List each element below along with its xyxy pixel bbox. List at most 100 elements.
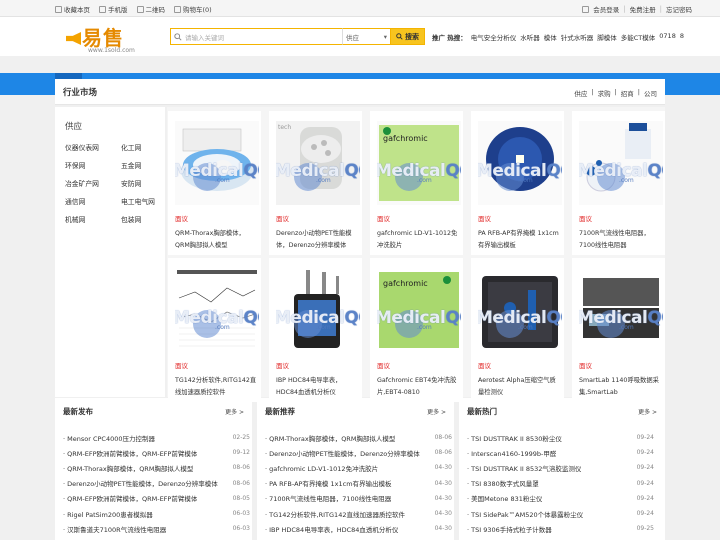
item-title[interactable]: · 7100R气流线性电阻器，7100线性电阻器	[265, 493, 391, 503]
hot-keyword[interactable]: 多能CT模体	[621, 32, 656, 42]
product-name[interactable]: 7100R气流线性电阻器，7100线性电阻器	[579, 228, 663, 253]
item-title[interactable]: · 汉斯鲁道夫7100R气流线性电阻器	[63, 524, 166, 534]
product-name[interactable]: PA RFB-AP有界掩模 1x1cm有界输出模板	[478, 228, 562, 253]
hot-keyword[interactable]: 针式水听器	[561, 32, 594, 42]
list-item[interactable]: · Rigel PatSim200患者模拟器 06-03	[63, 506, 250, 521]
cart-link[interactable]: 购物车(0)	[174, 4, 212, 14]
list-item[interactable]: · TSI SidePak™AM520个体暴露粉尘仪 09-24	[467, 506, 654, 521]
item-title[interactable]: · TG142分析软件,RITG142直线加速器质控软件	[265, 509, 405, 519]
product-image[interactable]: MedicalQC .com	[579, 121, 663, 205]
list-item[interactable]: · TG142分析软件,RITG142直线加速器质控软件 04-30	[265, 506, 452, 521]
product-card[interactable]: gafchromic MedicalQC .com 面议 gafchromic …	[370, 111, 463, 255]
item-title[interactable]: · Derenzo小动物PET性能模体，Derenzo分辨率模体	[265, 448, 420, 458]
product-name[interactable]: gafchromic LD-V1-1012免冲洗胶片	[377, 228, 461, 253]
product-image[interactable]: MedicalQC .com	[579, 268, 663, 352]
product-image[interactable]: MedicalQC .com	[276, 268, 360, 352]
market-link-purchase[interactable]: 求购	[598, 88, 611, 98]
market-link-supply[interactable]: 供应	[574, 88, 587, 98]
product-name[interactable]: Gafchromic EBT4免冲洗胶片,EBT4-0810	[377, 375, 461, 400]
product-card[interactable]: gafchromic MedicalQC .com 面议 Gafchromic …	[370, 258, 463, 402]
product-card[interactable]: MedicalQC .com 面议 Aerotest Alpha压缩空气质量检测…	[471, 258, 564, 402]
list-item[interactable]: · TSI DUSTTRAK II 8532气溶胶监测仪 09-24	[467, 460, 654, 475]
login-link[interactable]: 会员登录	[593, 4, 619, 14]
item-title[interactable]: · Rigel PatSim200患者模拟器	[63, 509, 153, 519]
category-link[interactable]: 冶金矿产网	[65, 178, 121, 188]
market-link-company[interactable]: 公司	[644, 88, 657, 98]
category-link[interactable]: 化工网	[121, 142, 171, 152]
list-item[interactable]: · Derenzo小动物PET性能模体，Derenzo分辨率模体 08-06	[265, 445, 452, 460]
product-card[interactable]: MedicalQC .com 面议 7100R气流线性电阻器，7100线性电阻器	[572, 111, 665, 255]
product-image[interactable]: tech MedicalQC .com	[276, 121, 360, 205]
market-link-investment[interactable]: 招商	[621, 88, 634, 98]
site-logo[interactable]: 易售 www.1sold.com	[66, 23, 136, 54]
item-title[interactable]: · 美国Metone 831粉尘仪	[467, 493, 542, 503]
product-card[interactable]: MedicalQC .com 面议 QRM-Thorax胸部模体，QRM胸部拟人…	[168, 111, 261, 255]
product-card[interactable]: MedicalQC .com 面议 TG142分析软件,RITG142直线加速器…	[168, 258, 261, 402]
hot-keyword[interactable]: 水听器	[520, 32, 540, 42]
list-item[interactable]: · QRM-EFP欧洲前臂模体，QRM-EFP前臂模体 09-12	[63, 445, 250, 460]
item-title[interactable]: · Interscan4160-1999b-甲醛	[467, 448, 556, 458]
product-image[interactable]: MedicalQC .com	[478, 268, 562, 352]
item-title[interactable]: · QRM-EFP欧洲前臂模体，QRM-EFP前臂模体	[63, 493, 197, 503]
product-card[interactable]: tech MedicalQC .com 面议 Derenzo小动物PET性能模体…	[269, 111, 362, 255]
mobile-link[interactable]: 手机版	[99, 4, 128, 14]
search-input[interactable]: 请输入关键词	[170, 28, 342, 45]
product-name[interactable]: SmartLab 1140呼吸数据采集,SmartLab	[579, 375, 663, 400]
category-link[interactable]: 电工电气网	[121, 196, 171, 206]
search-type-select[interactable]: 供应 ▾	[342, 28, 390, 45]
item-title[interactable]: · TSI DUSTTRAK II 8530粉尘仪	[467, 433, 562, 443]
list-item[interactable]: · TSI DUSTTRAK II 8530粉尘仪 09-24	[467, 430, 654, 445]
item-title[interactable]: · TSI 9306手持式粒子计数器	[467, 524, 552, 534]
category-link[interactable]: 五金网	[121, 160, 171, 170]
list-item[interactable]: · 7100R气流线性电阻器，7100线性电阻器 04-30	[265, 491, 452, 506]
hot-keyword[interactable]: 0718	[659, 32, 676, 42]
category-link[interactable]: 环保网	[65, 160, 121, 170]
product-card[interactable]: MedicalQC .com 面议 PA RFB-AP有界掩模 1x1cm有界输…	[471, 111, 564, 255]
more-link[interactable]: 更多 >	[225, 407, 244, 416]
list-item[interactable]: · TSI 9306手持式粒子计数器 09-25	[467, 521, 654, 536]
product-name[interactable]: Derenzo小动物PET性能模体，Derenzo分辨率模体	[276, 228, 360, 253]
list-item[interactable]: · Interscan4160-1999b-甲醛 09-24	[467, 445, 654, 460]
more-link[interactable]: 更多 >	[427, 407, 446, 416]
product-name[interactable]: QRM-Thorax胸部模体，QRM胸部拟人模型	[175, 228, 259, 253]
list-item[interactable]: · TSI 8380数字式风量罩 09-24	[467, 476, 654, 491]
hot-keyword[interactable]: 8	[680, 32, 684, 42]
category-link[interactable]: 仪器仪表网	[65, 142, 121, 152]
category-link[interactable]: 包装网	[121, 214, 171, 224]
product-image[interactable]: MedicalQC .com	[175, 121, 259, 205]
forgot-password-link[interactable]: 忘记密码	[666, 4, 692, 14]
list-item[interactable]: · PA RFB-AP有界掩模 1x1cm有界输出模板 04-30	[265, 476, 452, 491]
list-item[interactable]: · IBP HDC84电导率表，HDC84血透机分析仪 04-30	[265, 521, 452, 536]
list-item[interactable]: · QRM-EFP欧洲前臂模体，QRM-EFP前臂模体 08-05	[63, 491, 250, 506]
qrcode-link[interactable]: 二维码	[136, 4, 165, 14]
item-title[interactable]: · gafchromic LD-V1-1012免冲洗胶片	[265, 463, 378, 473]
category-link[interactable]: 安防网	[121, 178, 171, 188]
list-item[interactable]: · 汉斯鲁道夫7100R气流线性电阻器 06-03	[63, 521, 250, 536]
register-link[interactable]: 免费注册	[630, 4, 656, 14]
category-link[interactable]: 机械网	[65, 214, 121, 224]
item-title[interactable]: · TSI 8380数字式风量罩	[467, 478, 539, 488]
list-item[interactable]: · QRM-Thorax胸部模体，QRM胸部拟人模型 08-06	[63, 460, 250, 475]
item-title[interactable]: · Derenzo小动物PET性能模体，Derenzo分辨率模体	[63, 478, 218, 488]
item-title[interactable]: · PA RFB-AP有界掩模 1x1cm有界输出模板	[265, 478, 392, 488]
hot-keyword[interactable]: 脚模体	[597, 32, 617, 42]
list-item[interactable]: · Mensor CPC4000压力控制器 02-25	[63, 430, 250, 445]
hot-keyword[interactable]: 电气安全分析仪	[471, 32, 517, 42]
product-card[interactable]: MedicalQC .com 面议 SmartLab 1140呼吸数据采集,Sm…	[572, 258, 665, 402]
product-name[interactable]: TG142分析软件,RITG142直线加速器质控软件	[175, 375, 259, 400]
search-button[interactable]: 搜索	[390, 28, 425, 45]
more-link[interactable]: 更多 >	[638, 407, 657, 416]
list-item[interactable]: · gafchromic LD-V1-1012免冲洗胶片 04-30	[265, 460, 452, 475]
product-image[interactable]: gafchromic MedicalQC .com	[377, 268, 461, 352]
category-link[interactable]: 通信网	[65, 196, 121, 206]
product-name[interactable]: IBP HDC84电导率表，HDC84血透机分析仪	[276, 375, 360, 400]
item-title[interactable]: · QRM-Thorax胸部模体，QRM胸部拟人模型	[265, 433, 395, 443]
favorite-link[interactable]: 收藏本页	[55, 4, 90, 14]
item-title[interactable]: · TSI DUSTTRAK II 8532气溶胶监测仪	[467, 463, 581, 473]
item-title[interactable]: · QRM-Thorax胸部模体，QRM胸部拟人模型	[63, 463, 193, 473]
list-item[interactable]: · Derenzo小动物PET性能模体，Derenzo分辨率模体 08-06	[63, 476, 250, 491]
product-name[interactable]: Aerotest Alpha压缩空气质量检测仪	[478, 375, 562, 400]
item-title[interactable]: · IBP HDC84电导率表，HDC84血透机分析仪	[265, 524, 398, 534]
hot-keyword[interactable]: 模体	[544, 32, 557, 42]
list-item[interactable]: · 美国Metone 831粉尘仪 09-24	[467, 491, 654, 506]
